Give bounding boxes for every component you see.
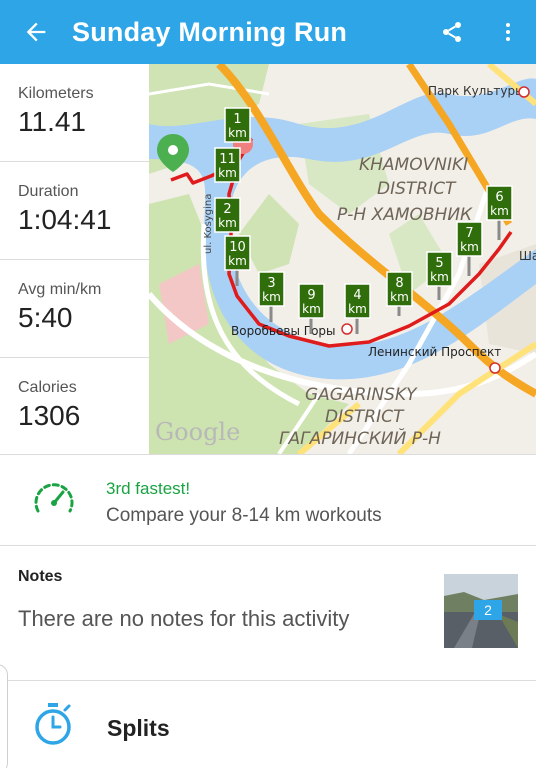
map-label-cut: Ша [519,249,536,263]
more-vertical-icon [506,23,510,41]
stat-calories: Calories 1306 [0,358,149,456]
km-marker-number: 8 [395,276,403,291]
stat-label: Calories [18,379,77,396]
stat-duration: Duration 1:04:41 [0,162,149,260]
page-title: Sunday Morning Run [72,16,348,47]
splits-label: Splits [107,715,170,741]
map-label-kosygina: ul. Kosygina [203,194,214,254]
km-marker-number: 5 [435,256,443,271]
photo-thumbnail[interactable]: 2 [444,574,518,648]
map-label-khamovniki-1: KHAMOVNIKI [359,155,468,175]
stat-pace: Avg min/km 5:40 [0,260,149,358]
km-marker-unit: km [490,204,509,218]
metro-icon [341,323,353,335]
km-marker-unit: km [218,216,237,230]
stat-value: 1:04:41 [18,204,112,235]
km-marker-unit: km [348,302,367,316]
metro-icon [489,362,501,374]
map-label-gagarinsky-2: DISTRICT [325,407,405,427]
compare-text: Compare your 8-14 km workouts [106,505,382,526]
km-marker-unit: km [228,254,247,268]
share-button[interactable] [424,0,480,64]
km-marker-unit: km [228,126,247,140]
map-label-khamovniki-3: Р-Н ХАМОВНИК [337,205,473,225]
fastest-rank-text: 3rd fastest! [106,479,191,498]
google-logo: Google [155,418,240,446]
stat-kilometers: Kilometers 11.41 [0,64,149,162]
map-label-park: Парк Культуры [428,84,525,98]
app-bar: Sunday Morning Run [0,0,536,64]
notes-heading: Notes [18,568,63,585]
splits-row[interactable]: Splits [0,681,536,768]
km-marker-number: 10 [229,240,246,255]
map-label-vorobyevy: Воробьевы Горы [231,324,336,338]
arrow-left-icon [26,22,46,42]
stats-panel: Kilometers 11.41 Duration 1:04:41 Avg mi… [0,64,149,454]
notes-empty-text: There are no notes for this activity [18,606,350,631]
photo-count-badge: 2 [474,600,502,620]
km-marker[interactable]: 11km [214,147,241,183]
back-button[interactable] [0,0,72,64]
stat-value: 11.41 [18,106,86,137]
km-marker-number: 11 [219,152,236,167]
overflow-menu-button[interactable] [480,0,536,64]
map-label-leninsky: Ленинский Проспект [368,345,501,359]
speedometer-icon [34,483,74,513]
map-label-gagarinsky-1: GAGARINSKY [305,385,418,405]
km-marker-unit: km [302,302,321,316]
km-marker-number: 3 [267,276,275,291]
side-handle [0,664,8,768]
metro-icon [518,86,530,98]
km-marker-number: 1 [233,112,241,127]
stat-label: Duration [18,183,79,200]
stat-label: Kilometers [18,85,94,102]
notes-section[interactable]: Notes There are no notes for this activi… [0,546,536,680]
km-marker-unit: km [262,290,281,304]
km-marker-number: 7 [465,226,473,241]
km-marker-unit: km [430,270,449,284]
km-marker-unit: km [218,166,237,180]
km-marker[interactable]: 1km [224,107,251,143]
stat-value: 5:40 [18,302,73,333]
share-icon [443,22,461,42]
stat-label: Avg min/km [18,281,102,298]
map-label-khamovniki-2: DISTRICT [377,179,457,199]
km-marker-number: 2 [223,202,231,217]
km-marker-number: 6 [495,190,503,205]
km-marker-unit: km [460,240,479,254]
compare-workouts-row[interactable]: 3rd fastest! Compare your 8-14 km workou… [0,455,536,545]
route-map[interactable]: Парк Культуры KHAMOVNIKI DISTRICT Р-Н ХА… [149,64,536,454]
km-marker[interactable]: 2km [214,197,241,233]
km-marker-number: 9 [307,288,315,303]
km-marker-number: 4 [353,288,361,303]
map-label-gagarinsky-3: ГАГАРИНСКИЙ Р-Н [279,427,441,449]
stat-value: 1306 [18,400,81,431]
stopwatch-icon [35,703,71,745]
km-marker-unit: km [390,290,409,304]
